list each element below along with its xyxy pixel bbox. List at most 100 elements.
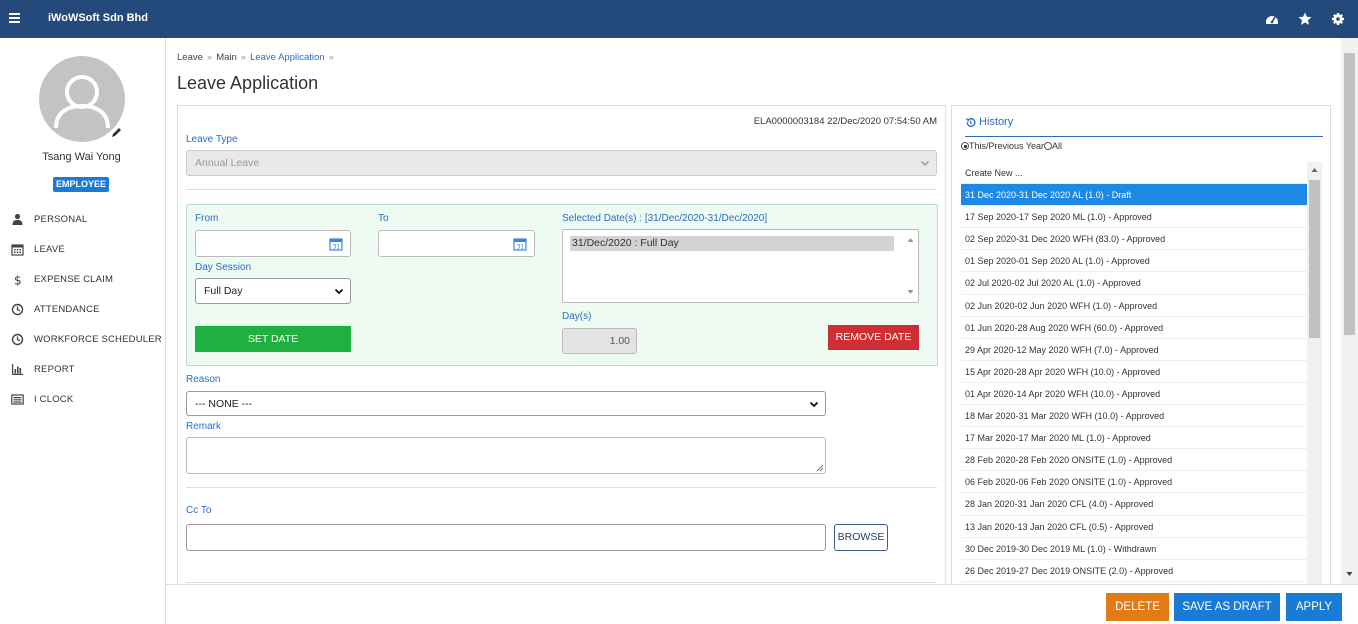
reason-select[interactable]: --- NONE --- (186, 391, 826, 416)
cc-to-label: Cc To (186, 505, 212, 516)
svg-text:$: $ (14, 274, 22, 287)
delete-button[interactable]: DELETE (1106, 593, 1169, 621)
selected-dates-label: Selected Date(s) : [31/Dec/2020-31/Dec/2… (562, 213, 768, 224)
selected-date-option[interactable]: 31/Dec/2020 : Full Day (570, 236, 894, 251)
history-item[interactable]: 02 Jul 2020-02 Jul 2020 AL (1.0) - Appro… (961, 272, 1307, 295)
history-item[interactable]: 28 Feb 2020-28 Feb 2020 ONSITE (1.0) - A… (961, 449, 1307, 472)
sidebar-item-label: LEAVE (34, 244, 65, 255)
history-item[interactable]: 18 Mar 2020-31 Mar 2020 WFH (10.0) - App… (961, 405, 1307, 428)
history-title: History (979, 116, 1014, 128)
from-date-input[interactable]: 31 (195, 230, 351, 257)
star-icon[interactable] (1297, 11, 1313, 27)
history-item[interactable]: 31 Dec 2020-31 Dec 2020 AL (1.0) - Draft (961, 184, 1307, 207)
sidebar-item-attendance[interactable]: ATTENDANCE (0, 300, 165, 330)
sidebar-item-label: PERSONAL (34, 214, 88, 225)
browse-button[interactable]: BROWSE (834, 524, 888, 551)
selected-dates-list[interactable]: 31/Dec/2020 : Full Day (562, 229, 919, 303)
history-item[interactable]: 26 Dec 2019-27 Dec 2019 ONSITE (2.0) - A… (961, 560, 1307, 582)
breadcrumb: Leave» Main» Leave Application» (177, 52, 334, 63)
menu-toggle-icon[interactable] (9, 13, 20, 23)
scroll-up-icon[interactable] (907, 237, 914, 243)
day-session-select[interactable]: Full Day (195, 278, 351, 304)
sidebar-menu: PERSONAL LEAVE $ EXPENSE CLAIM ATTENDANC… (0, 210, 165, 420)
dollar-icon: $ (11, 273, 24, 288)
filter-this-previous-year-radio[interactable] (961, 142, 969, 150)
history-icon (965, 118, 976, 127)
calendar-icon[interactable]: 31 (513, 237, 527, 251)
clock-icon (11, 333, 24, 346)
scroll-down-icon[interactable] (1346, 571, 1353, 577)
svg-text:31: 31 (517, 244, 525, 251)
history-list: Create New ... 31 Dec 2020-31 Dec 2020 AL… (961, 162, 1307, 586)
calendar-icon[interactable]: 31 (329, 237, 343, 251)
history-item[interactable]: 17 Mar 2020-17 Mar 2020 ML (1.0) - Appro… (961, 427, 1307, 450)
resize-handle-icon[interactable] (816, 464, 824, 472)
user-name: Tsang Wai Yong (42, 151, 121, 163)
date-selection-panel: From 31 To 31 Day Session Full Day SET D… (186, 204, 938, 366)
leave-type-select[interactable]: Annual Leave (186, 150, 937, 176)
scrollbar-thumb[interactable] (1344, 53, 1355, 335)
action-bar: DELETE SAVE AS DRAFT APPLY (166, 584, 1358, 624)
create-new-item[interactable]: Create New ... (961, 162, 1307, 185)
history-item[interactable]: 02 Sep 2020-31 Dec 2020 WFH (83.0) - App… (961, 228, 1307, 251)
history-item[interactable]: 01 Jun 2020-28 Aug 2020 WFH (60.0) - App… (961, 317, 1307, 339)
dashboard-icon[interactable] (1264, 11, 1280, 27)
role-badge: EMPLOYEE (53, 177, 109, 192)
breadcrumb-item[interactable]: Leave (177, 52, 203, 63)
sidebar-item-label: REPORT (34, 364, 75, 375)
sidebar-item-leave[interactable]: LEAVE (0, 240, 165, 270)
calendar-icon (11, 243, 24, 256)
leave-type-label: Leave Type (186, 134, 238, 145)
filter-all-radio[interactable] (1044, 142, 1053, 150)
history-item[interactable]: 17 Sep 2020-17 Sep 2020 ML (1.0) - Appro… (961, 206, 1307, 229)
save-as-draft-button[interactable]: SAVE AS DRAFT (1174, 593, 1280, 621)
history-scrollbar[interactable] (1307, 162, 1322, 586)
from-label: From (195, 213, 219, 224)
chevron-down-icon (334, 288, 344, 295)
day-session-value: Full Day (204, 285, 243, 297)
tab-history[interactable]: History (965, 116, 1323, 137)
reason-value: --- NONE --- (195, 397, 253, 410)
page-title: Leave Application (177, 73, 319, 93)
remark-textarea[interactable] (186, 437, 826, 474)
clock-icon (11, 303, 24, 316)
history-item[interactable]: 01 Sep 2020-01 Sep 2020 AL (1.0) - Appro… (961, 250, 1307, 273)
day-session-label: Day Session (195, 262, 252, 273)
history-item[interactable]: 01 Apr 2020-14 Apr 2020 WFH (10.0) - App… (961, 383, 1307, 406)
history-item[interactable]: 06 Feb 2020-06 Feb 2020 ONSITE (1.0) - A… (961, 471, 1307, 494)
sidebar-item-personal[interactable]: PERSONAL (0, 210, 165, 240)
to-date-input[interactable]: 31 (378, 230, 535, 257)
history-item[interactable]: 13 Jan 2020-13 Jan 2020 CFL (0.5) - Appr… (961, 516, 1307, 538)
divider (186, 487, 937, 488)
edit-pencil-icon[interactable] (110, 126, 123, 139)
breadcrumb-item[interactable]: Main (216, 52, 237, 63)
cc-to-input[interactable] (186, 524, 826, 551)
apply-button[interactable]: APPLY (1286, 593, 1342, 621)
history-item[interactable]: 15 Apr 2020-28 Apr 2020 WFH (10.0) - App… (961, 361, 1307, 383)
sidebar-item-i-clock[interactable]: I CLOCK (0, 390, 165, 420)
history-item[interactable]: 29 Apr 2020-12 May 2020 WFH (7.0) - Appr… (961, 339, 1307, 361)
sidebar-item-expense-claim[interactable]: $ EXPENSE CLAIM (0, 270, 165, 300)
days-label: Day(s) (562, 311, 592, 322)
scroll-up-icon[interactable] (1311, 167, 1318, 173)
sidebar-item-report[interactable]: REPORT (0, 360, 165, 390)
history-panel: History This/Previous Year All Create New… (951, 105, 1331, 586)
remove-date-button[interactable]: REMOVE DATE (828, 325, 919, 350)
sidebar: Tsang Wai Yong EMPLOYEE PERSONAL LEAVE $… (0, 38, 166, 624)
gear-icon[interactable] (1330, 11, 1346, 27)
sidebar-item-workforce-scheduler[interactable]: WORKFORCE SCHEDULER (0, 330, 165, 360)
days-field: 1.00 (562, 328, 637, 354)
scroll-down-icon[interactable] (907, 289, 914, 295)
user-icon (11, 213, 24, 226)
chevron-down-icon (809, 401, 819, 407)
page-scrollbar[interactable] (1341, 38, 1358, 584)
breadcrumb-item-current[interactable]: Leave Application (250, 52, 324, 63)
to-label: To (378, 213, 389, 224)
history-item[interactable]: 28 Jan 2020-31 Jan 2020 CFL (4.0) - Appr… (961, 493, 1307, 516)
set-date-button[interactable]: SET DATE (195, 326, 351, 352)
scrollbar-thumb[interactable] (1309, 180, 1320, 338)
divider (186, 582, 937, 583)
history-filter: This/Previous Year All (961, 141, 1062, 151)
history-item[interactable]: 02 Jun 2020-02 Jun 2020 WFH (1.0) - Appr… (961, 295, 1307, 317)
history-item[interactable]: 30 Dec 2019-30 Dec 2019 ML (1.0) - Withd… (961, 538, 1307, 560)
